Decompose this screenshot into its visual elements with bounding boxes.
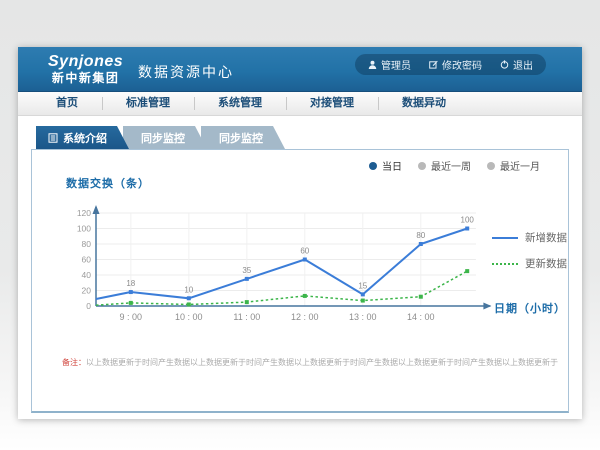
x-axis-arrow-icon: [483, 303, 491, 310]
nav-item-2[interactable]: 系统管理: [194, 92, 286, 115]
data-point: [361, 292, 365, 296]
data-point: [187, 302, 191, 306]
y-tick-label: 20: [82, 286, 92, 296]
x-axis-title: 日期（小时）: [494, 300, 566, 316]
data-point-label: 15: [358, 281, 367, 290]
y-tick-label: 100: [77, 224, 91, 234]
data-point-label: 18: [126, 279, 135, 288]
data-point: [303, 294, 307, 298]
series-legend: 新增数据更新数据: [492, 230, 567, 282]
system-intro-panel: 当日 最近一周 最近一月 数据交换（条） 0 20 40 60 80 100 120 9 : 00…: [31, 149, 569, 413]
nav-item-3[interactable]: 对接管理: [286, 92, 378, 115]
y-axis-title: 数据交换（条）: [66, 175, 150, 191]
tab-label: 系统介绍: [63, 130, 107, 146]
time-range-label: 最近一周: [431, 158, 471, 173]
data-point: [303, 258, 307, 262]
data-point-label: 100: [461, 216, 475, 225]
data-point: [129, 301, 133, 305]
y-tick-label: 120: [77, 208, 91, 218]
logout-button[interactable]: 退出: [500, 57, 533, 72]
series-line-new-data: [96, 229, 467, 300]
time-range-option-0[interactable]: 当日: [369, 158, 402, 173]
power-icon: [500, 60, 509, 69]
change-password-button[interactable]: 修改密码: [429, 57, 482, 72]
x-tick-label: 12 : 00: [291, 312, 319, 322]
edit-icon: [429, 60, 438, 69]
legend-label: 更新数据: [525, 256, 567, 271]
footnote-text: 以上数据更新于时间产生数据以上数据更新于时间产生数据以上数据更新于时间产生数据以…: [86, 358, 558, 367]
tab-system-intro[interactable]: 系统介绍: [36, 126, 129, 149]
time-range-option-2[interactable]: 最近一月: [487, 158, 540, 173]
x-tick-label: 13 : 00: [349, 312, 377, 322]
user-icon: [368, 60, 377, 69]
user-toolbar: 管理员 修改密码 退出: [355, 54, 546, 75]
x-tick-label: 11 : 00: [233, 312, 260, 322]
radio-dot-icon: [369, 162, 377, 170]
footnote-prefix: 备注：: [62, 358, 86, 367]
data-point-label: 35: [242, 266, 251, 275]
nav-item-4[interactable]: 数据异动: [378, 92, 470, 115]
time-range-label: 当日: [382, 158, 402, 173]
y-tick-label: 0: [86, 301, 91, 311]
legend-label: 新增数据: [525, 230, 567, 245]
x-tick-label: 9 : 00: [120, 312, 143, 322]
logo-brand-text: Synjones: [48, 52, 123, 71]
y-tick-label: 60: [82, 255, 92, 265]
data-point: [245, 300, 249, 304]
logout-label: 退出: [513, 57, 533, 72]
nav-item-0[interactable]: 首页: [32, 92, 102, 115]
data-point: [245, 277, 249, 281]
legend-swatch-icon: [492, 237, 518, 239]
app-window: Synjones 新中新集团 数据资源中心 管理员 修改密码: [18, 47, 582, 419]
y-tick-label: 80: [82, 239, 92, 249]
legend-item-1: 更新数据: [492, 256, 567, 271]
data-point: [419, 295, 423, 299]
content-area: 系统介绍 同步监控 同步监控 当日 最近一周 最近一月 数据交换（条） 0 20 40 6…: [18, 126, 582, 413]
data-point: [361, 299, 365, 303]
main-nav: 首页标准管理系统管理对接管理数据异动: [18, 92, 582, 116]
radio-dot-icon: [418, 162, 426, 170]
change-password-label: 修改密码: [442, 57, 482, 72]
document-icon: [48, 133, 58, 143]
data-point-label: 10: [184, 285, 193, 294]
tab-label: 同步监控: [141, 130, 185, 146]
data-point-label: 80: [416, 231, 425, 240]
data-point: [465, 227, 469, 231]
exchange-chart: 0 20 40 60 80 100 120 9 : 00 10 : 00 11 : 00 12 : …: [46, 194, 516, 344]
tab-bar: 系统介绍 同步监控 同步监控: [36, 126, 582, 149]
time-range-filter: 当日 最近一周 最近一月: [369, 158, 540, 173]
footnote: 备注：以上数据更新于时间产生数据以上数据更新于时间产生数据以上数据更新于时间产生…: [62, 357, 560, 368]
legend-item-0: 新增数据: [492, 230, 567, 245]
data-point: [465, 269, 469, 273]
data-point: [187, 296, 191, 300]
tab-label: 同步监控: [219, 130, 263, 146]
tab-sync-monitor-2[interactable]: 同步监控: [201, 126, 285, 149]
nav-item-1[interactable]: 标准管理: [102, 92, 194, 115]
x-tick-label: 10 : 00: [175, 312, 203, 322]
radio-dot-icon: [487, 162, 495, 170]
tab-sync-monitor-1[interactable]: 同步监控: [123, 126, 207, 149]
y-axis-arrow-icon: [93, 205, 100, 214]
logo-company-name: 新中新集团: [48, 71, 123, 86]
header: Synjones 新中新集团 数据资源中心 管理员 修改密码: [18, 47, 582, 92]
company-logo: Synjones 新中新集团: [48, 52, 123, 86]
legend-swatch-icon: [492, 263, 518, 265]
data-point: [419, 242, 423, 246]
time-range-label: 最近一月: [500, 158, 540, 173]
admin-user-button[interactable]: 管理员: [368, 57, 411, 72]
x-tick-label: 14 : 00: [407, 312, 435, 322]
page-title: 数据资源中心: [138, 62, 234, 82]
data-point-label: 60: [300, 247, 309, 256]
data-point: [129, 290, 133, 294]
admin-user-label: 管理员: [381, 57, 411, 72]
y-tick-label: 40: [82, 270, 92, 280]
series-line-updated-data: [96, 271, 467, 305]
time-range-option-1[interactable]: 最近一周: [418, 158, 471, 173]
